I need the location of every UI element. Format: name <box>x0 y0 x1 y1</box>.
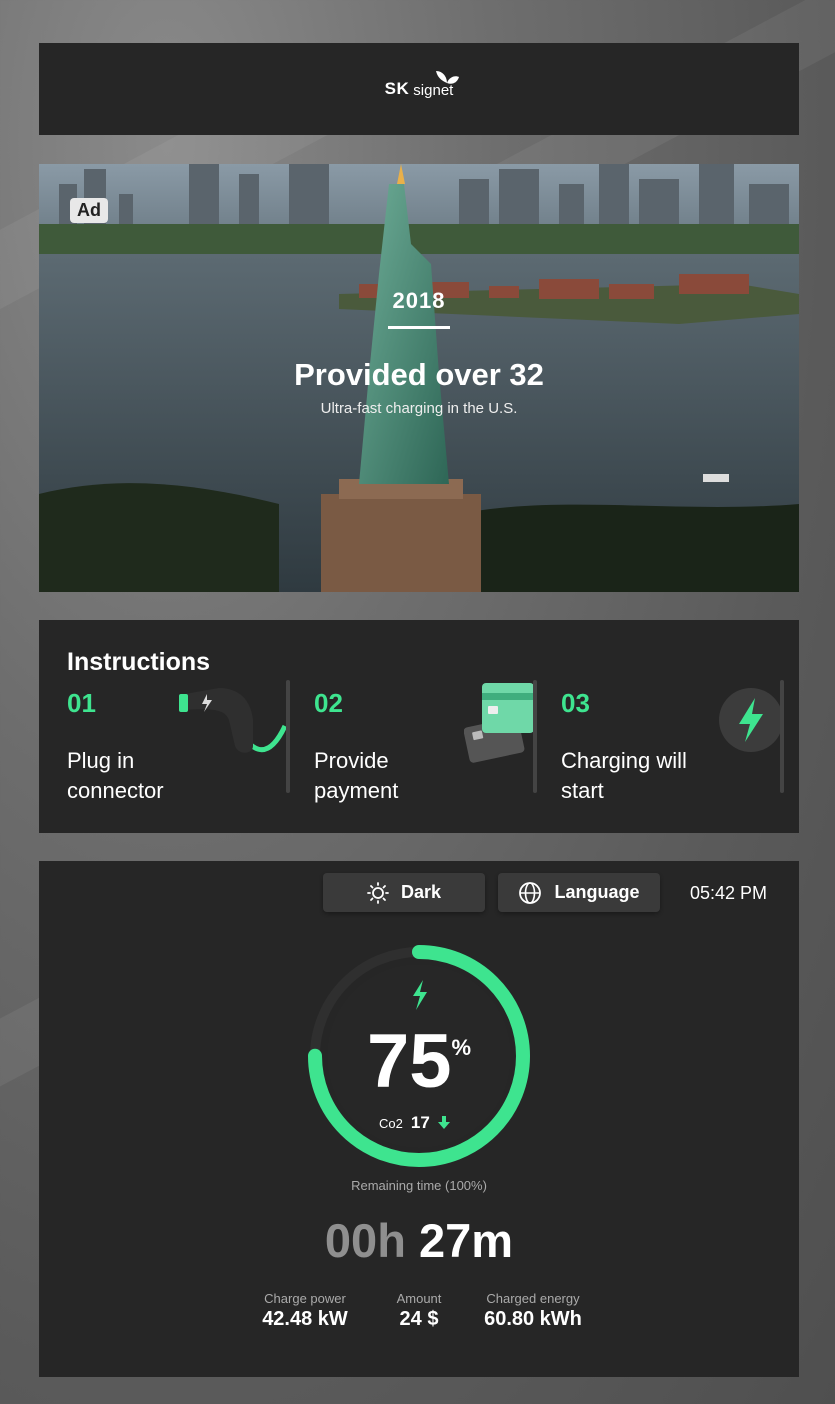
remaining-time: 00h 27m <box>39 1213 799 1268</box>
percentage-sign: % <box>451 1035 472 1060</box>
stat-label: Amount <box>396 1291 442 1306</box>
co2-label: Co2 <box>379 1115 403 1131</box>
globe-icon <box>519 881 542 904</box>
remaining-hours: 00h <box>324 1214 406 1267</box>
instruction-step-3: 03 Charging will start <box>533 680 784 803</box>
step-number: 02 <box>314 688 343 718</box>
sun-icon <box>367 881 389 904</box>
brand-sk: SK <box>384 79 410 98</box>
step-text: Charging will start <box>561 748 687 803</box>
ad-badge: Ad <box>70 198 108 223</box>
battery-percentage: 75% <box>39 1018 799 1105</box>
ad-year-underline <box>388 326 450 329</box>
instructions-panel: Instructions 01 Plug in connector 02 Pro… <box>39 620 799 833</box>
instruction-step-2: 02 Provide payment <box>286 680 537 803</box>
charging-connector-icon <box>179 688 287 753</box>
language-button[interactable]: Language <box>498 873 660 912</box>
ad-subtitle: Ultra-fast charging in the U.S. <box>320 400 518 417</box>
theme-toggle-button[interactable]: Dark <box>323 873 485 912</box>
co2-readout: Co2 17 <box>379 1113 450 1133</box>
remaining-time-label: Remaining time (100%) <box>351 1178 487 1193</box>
ad-year: 2018 <box>392 288 446 313</box>
lightning-icon <box>719 688 783 752</box>
stat-charge-power: Charge power 42.48 kW <box>245 1291 365 1331</box>
stat-charged-energy: Charged energy 60.80 kWh <box>469 1291 597 1331</box>
remaining-minutes: 27m <box>418 1214 514 1267</box>
instruction-step-1: 01 Plug in connector <box>39 680 290 803</box>
instructions-title: Instructions <box>67 648 211 676</box>
theme-label: Dark <box>400 882 442 902</box>
step-text: Provide payment <box>314 748 399 803</box>
advertisement-banner[interactable]: Ad 2018 Provided over 32 Ultra-fast char… <box>39 164 799 592</box>
ad-headline: Provided over 32 <box>294 357 544 392</box>
step-number: 03 <box>561 688 590 718</box>
stat-value: 42.48 kW <box>262 1308 348 1330</box>
stat-amount: Amount 24 $ <box>379 1291 459 1331</box>
language-label: Language <box>554 882 640 902</box>
butterfly-logo-icon <box>436 71 459 84</box>
stat-label: Charged energy <box>486 1291 580 1306</box>
brand-header: SK signet <box>39 43 799 135</box>
arrow-down-icon <box>437 1116 450 1129</box>
stat-value: 24 $ <box>399 1308 439 1330</box>
stat-label: Charge power <box>264 1291 346 1306</box>
clock: 05:42 PM <box>690 883 768 903</box>
charging-status-panel: Dark Language 05:42 PM 75% Co2 17 Remain… <box>39 861 799 1377</box>
stat-value: 60.80 kWh <box>484 1308 582 1330</box>
step-number: 01 <box>67 688 96 718</box>
credit-cards-icon <box>464 683 534 763</box>
step-divider <box>780 680 784 793</box>
co2-value: 17 <box>410 1113 430 1132</box>
percentage-value: 75 <box>366 1019 452 1104</box>
